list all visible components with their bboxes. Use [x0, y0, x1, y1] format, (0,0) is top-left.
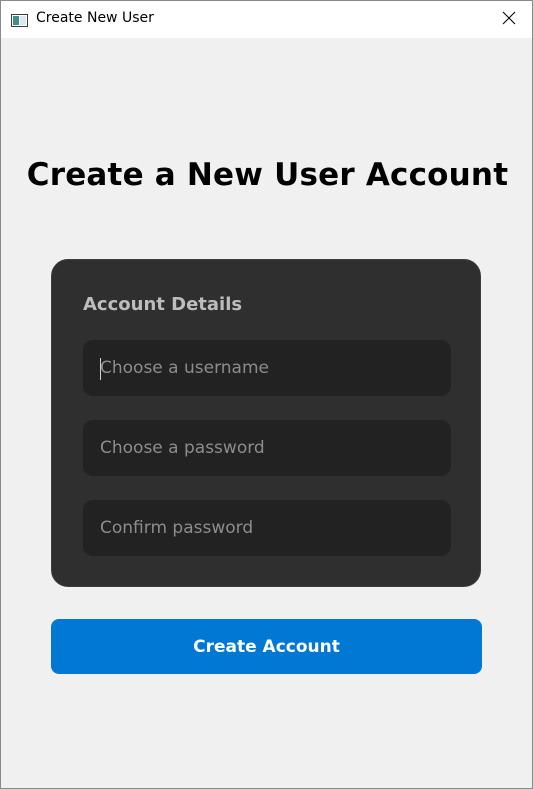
password-placeholder: Choose a password [100, 438, 265, 458]
title-bar[interactable]: Create New User [1, 1, 532, 38]
account-details-card: Account Details Choose a username Choose… [51, 259, 481, 587]
username-placeholder: Choose a username [100, 358, 269, 378]
account-details-title: Account Details [83, 294, 243, 315]
create-account-label: Create Account [193, 636, 340, 657]
password-input[interactable]: Choose a password [83, 420, 451, 476]
confirm-password-input[interactable]: Confirm password [83, 500, 451, 556]
window-content: Create a New User Account Account Detail… [1, 38, 532, 788]
create-account-button[interactable]: Create Account [51, 619, 482, 674]
create-user-window: Create New User Create a New User Accoun… [0, 0, 533, 789]
username-input[interactable]: Choose a username [83, 340, 451, 396]
app-window-icon [11, 12, 28, 27]
close-icon [502, 10, 516, 29]
text-cursor [100, 358, 101, 380]
page-title: Create a New User Account [26, 157, 509, 193]
confirm-password-placeholder: Confirm password [100, 518, 254, 538]
close-button[interactable] [486, 1, 532, 38]
window-title: Create New User [36, 10, 154, 26]
